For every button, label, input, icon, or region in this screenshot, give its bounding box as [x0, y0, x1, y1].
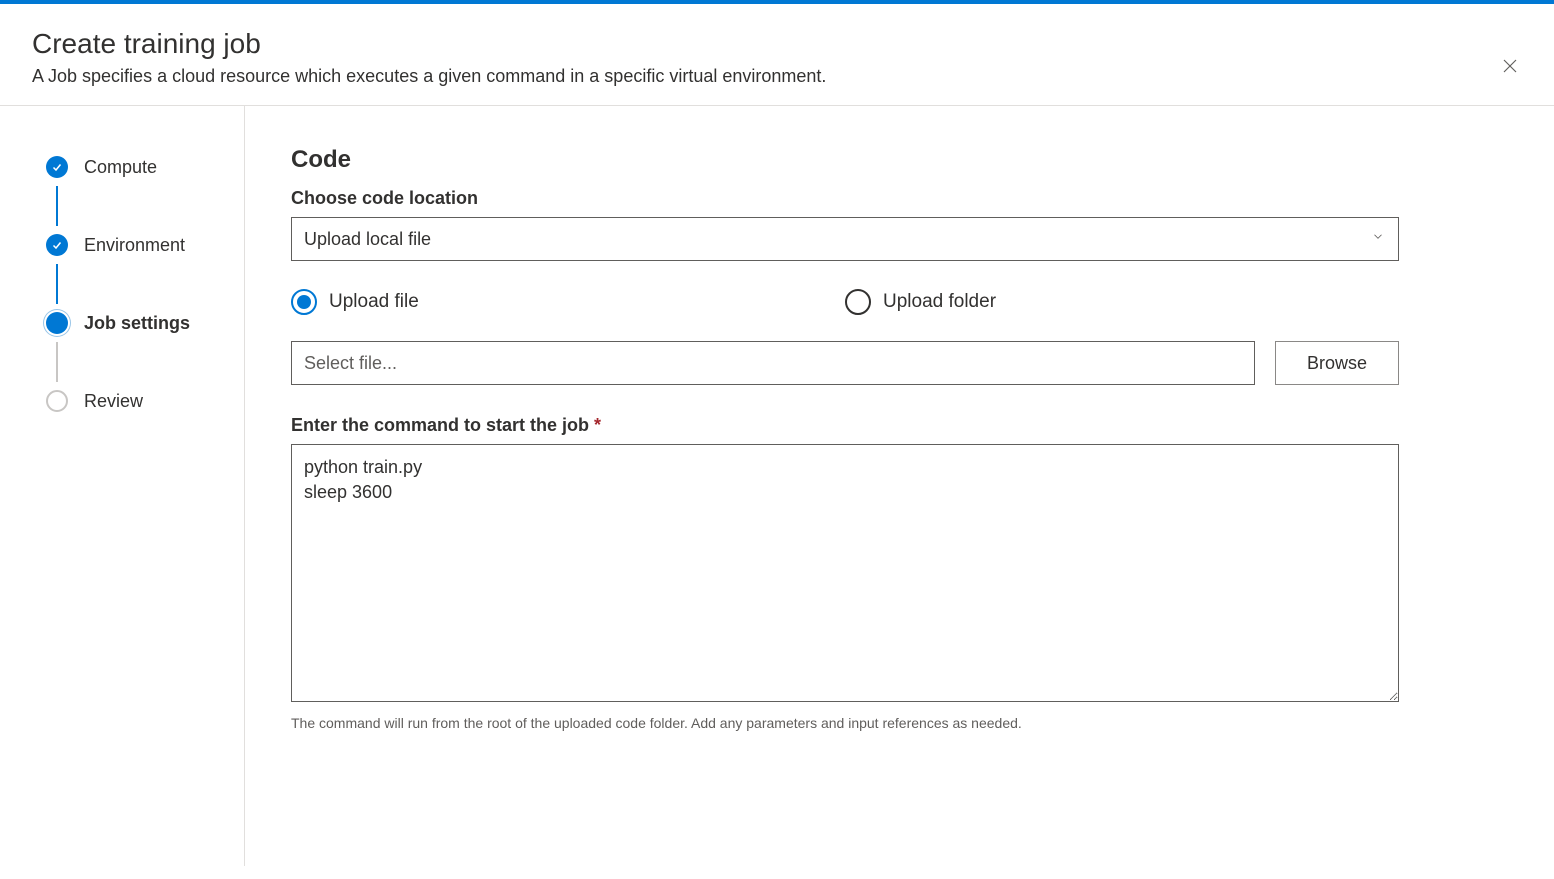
section-title-code: Code [291, 146, 1399, 174]
step-label: Environment [84, 235, 185, 256]
upload-type-radio-group: Upload file Upload folder [291, 289, 1399, 315]
step-label: Review [84, 391, 143, 412]
command-textarea[interactable] [291, 444, 1399, 702]
step-connector [56, 264, 58, 304]
step-label: Job settings [84, 313, 190, 334]
step-compute[interactable]: Compute [46, 156, 244, 178]
radio-label: Upload folder [883, 291, 996, 313]
page-subtitle: A Job specifies a cloud resource which e… [32, 66, 1522, 87]
close-button[interactable] [1498, 54, 1522, 78]
step-connector [56, 186, 58, 226]
step-review[interactable]: Review [46, 390, 244, 412]
pending-step-icon [46, 390, 68, 412]
radio-icon [291, 289, 317, 315]
command-helper-text: The command will run from the root of th… [291, 715, 1399, 731]
radio-icon [845, 289, 871, 315]
command-label-text: Enter the command to start the job [291, 415, 589, 435]
browse-button[interactable]: Browse [1275, 341, 1399, 385]
radio-label: Upload file [329, 291, 419, 313]
check-icon [46, 234, 68, 256]
radio-upload-folder[interactable]: Upload folder [845, 289, 1399, 315]
main-form: Code Choose code location Upload local f… [245, 106, 1445, 866]
body-layout: Compute Environment Job settings Review … [0, 106, 1554, 866]
step-connector [56, 342, 58, 382]
step-environment[interactable]: Environment [46, 234, 244, 256]
step-label: Compute [84, 157, 157, 178]
check-icon [46, 156, 68, 178]
file-select-row: Browse [291, 341, 1399, 385]
wizard-sidebar: Compute Environment Job settings Review [0, 106, 245, 866]
code-location-select-wrap: Upload local file [291, 217, 1399, 261]
file-path-input[interactable] [291, 341, 1255, 385]
code-location-value: Upload local file [304, 229, 431, 250]
current-step-icon [46, 312, 68, 334]
code-location-label: Choose code location [291, 188, 1399, 209]
page-header: Create training job A Job specifies a cl… [0, 4, 1554, 106]
page-title: Create training job [32, 28, 1522, 60]
code-location-select[interactable]: Upload local file [291, 217, 1399, 261]
radio-upload-file[interactable]: Upload file [291, 289, 845, 315]
required-asterisk: * [594, 415, 601, 435]
command-label: Enter the command to start the job * [291, 415, 1399, 436]
close-icon [1501, 57, 1519, 75]
step-job-settings[interactable]: Job settings [46, 312, 244, 334]
